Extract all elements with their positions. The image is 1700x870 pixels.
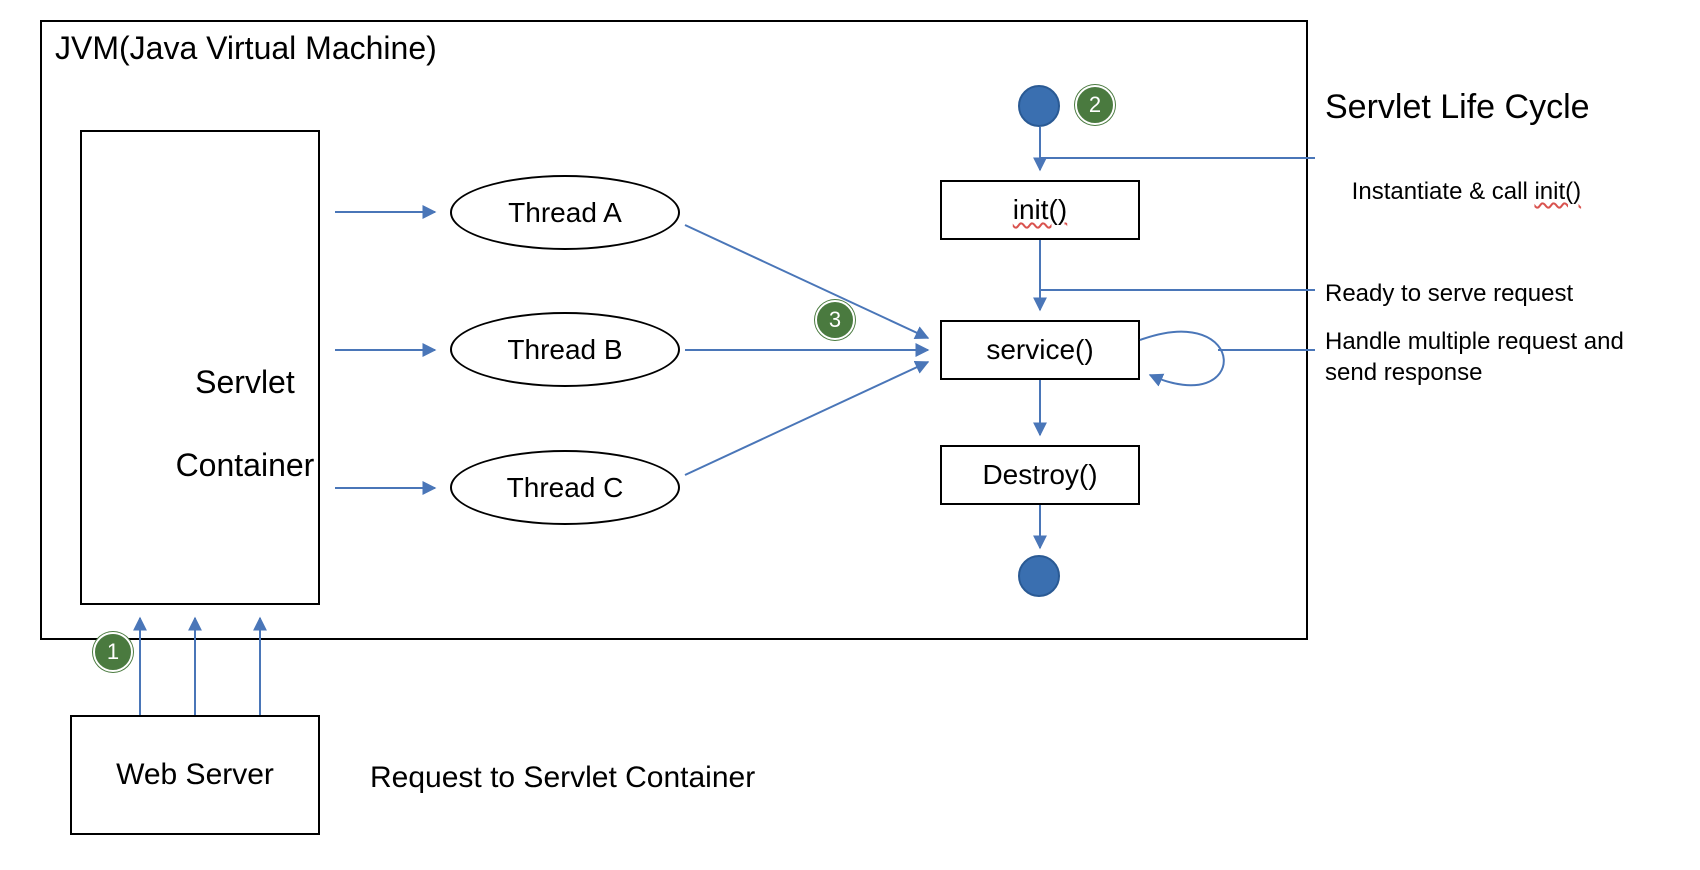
destroy-label: Destroy() xyxy=(982,459,1097,491)
badge-2-num: 2 xyxy=(1089,92,1101,118)
thread-c-label: Thread C xyxy=(507,472,624,504)
badge-1-num: 1 xyxy=(107,639,119,665)
thread-c-ellipse: Thread C xyxy=(450,450,680,525)
annotation-handle-line1: Handle multiple request and xyxy=(1325,328,1624,355)
thread-a-ellipse: Thread A xyxy=(450,175,680,250)
lifecycle-start-circle xyxy=(1018,85,1060,127)
jvm-title: JVM(Java Virtual Machine) xyxy=(55,28,437,70)
annotation-instantiate-prefix: Instantiate & call xyxy=(1352,178,1535,205)
servlet-container-label: Servlet Container xyxy=(140,320,314,528)
diagram-stage: JVM(Java Virtual Machine) Servlet Contai… xyxy=(0,0,1700,870)
web-server-label: Web Server xyxy=(116,758,274,792)
thread-b-label: Thread B xyxy=(507,334,622,366)
badge-1: 1 xyxy=(93,632,133,672)
thread-a-label: Thread A xyxy=(508,197,622,229)
badge-2: 2 xyxy=(1075,85,1115,125)
servlet-container-line2: Container xyxy=(176,447,315,483)
annotation-ready: Ready to serve request xyxy=(1325,278,1573,309)
annotation-instantiate-method: init() xyxy=(1534,178,1581,205)
annotation-handle-line2: send response xyxy=(1325,359,1482,386)
lifecycle-end-circle xyxy=(1018,555,1060,597)
init-box: init() xyxy=(940,180,1140,240)
annotation-instantiate: Instantiate & call init() xyxy=(1325,145,1581,239)
web-server-box: Web Server xyxy=(70,715,320,835)
service-box: service() xyxy=(940,320,1140,380)
lifecycle-title: Servlet Life Cycle xyxy=(1325,85,1590,129)
destroy-box: Destroy() xyxy=(940,445,1140,505)
request-label: Request to Servlet Container xyxy=(370,758,755,797)
thread-b-ellipse: Thread B xyxy=(450,312,680,387)
init-label: init() xyxy=(1013,194,1067,226)
service-label: service() xyxy=(986,334,1093,366)
annotation-handle: Handle multiple request and send respons… xyxy=(1325,326,1665,388)
badge-3-num: 3 xyxy=(829,307,841,333)
badge-3: 3 xyxy=(815,300,855,340)
servlet-container-line1: Servlet xyxy=(195,364,295,400)
